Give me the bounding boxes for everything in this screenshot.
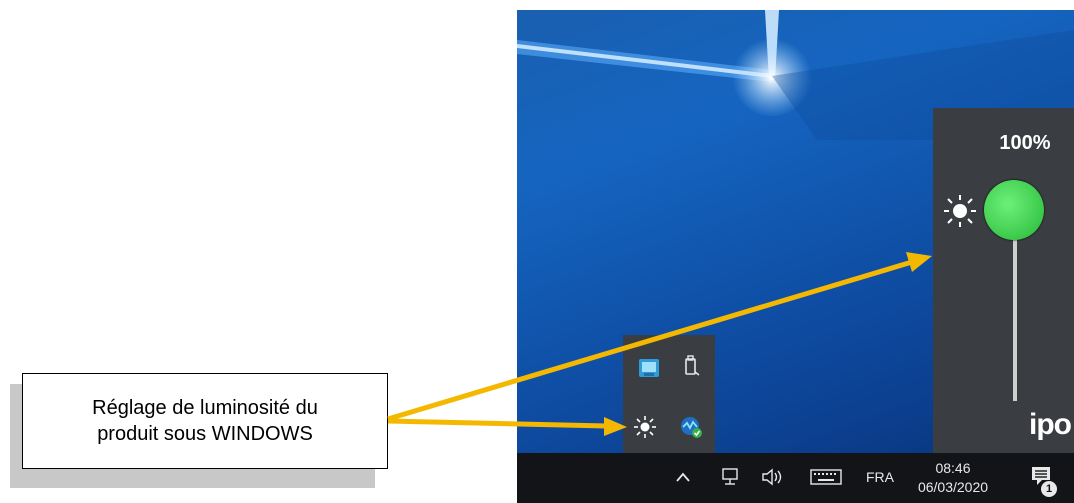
usb-device-icon[interactable]	[679, 355, 703, 379]
brightness-level-text: 100%	[999, 132, 1051, 154]
taskbar: FRA 08:46 06/03/2020 1	[517, 453, 1074, 503]
callout-line-2: produit sous WINDOWS	[97, 423, 313, 445]
volume-icon[interactable]	[761, 467, 785, 487]
notification-badge: 1	[1041, 481, 1057, 497]
brightness-slider-knob[interactable]	[984, 180, 1044, 240]
security-check-icon[interactable]	[679, 415, 703, 439]
tray-overflow-popup	[623, 335, 715, 453]
brightness-icon[interactable]	[633, 415, 657, 439]
keyboard-icon[interactable]	[810, 468, 842, 486]
brightness-panel: 100% ipo	[933, 108, 1074, 453]
clock-time: 08:46	[935, 460, 971, 476]
desktop-screenshot: 100% ipo FRA 08:46 06/03/2020 1	[517, 10, 1074, 503]
network-monitor-icon[interactable]	[637, 357, 661, 381]
language-indicator[interactable]: FRA	[866, 469, 894, 485]
chevron-up-icon[interactable]	[675, 471, 691, 483]
clock-date: 06/03/2020	[917, 479, 989, 495]
callout-line-1: Réglage de luminosité du	[92, 397, 318, 419]
brand-logo: ipo	[1029, 408, 1072, 441]
callout-box: Réglage de luminosité du produit sous WI…	[22, 373, 388, 469]
brightness-slider-track[interactable]	[1013, 236, 1017, 401]
sun-icon	[944, 195, 976, 227]
clock[interactable]: 08:46 06/03/2020	[905, 459, 1001, 497]
network-icon[interactable]	[720, 467, 740, 487]
